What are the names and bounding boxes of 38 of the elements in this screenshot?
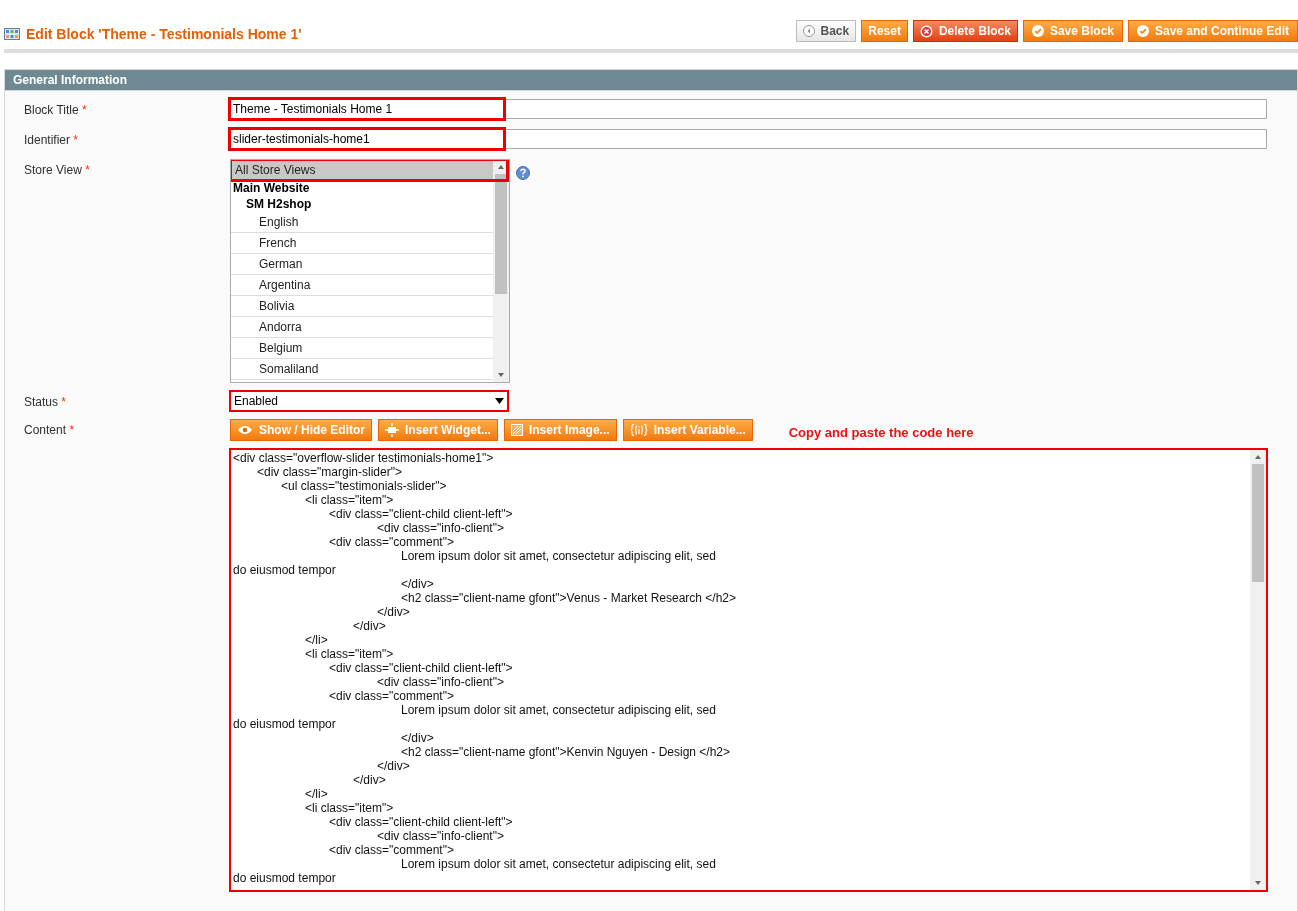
check-icon — [1031, 25, 1044, 37]
check-icon — [1137, 25, 1149, 37]
scroll-thumb[interactable] — [495, 174, 507, 294]
widget-icon — [385, 423, 399, 437]
scroll-thumb[interactable] — [1252, 464, 1264, 582]
field-label: Block Title * — [24, 102, 88, 119]
annotation-text: Copy and paste the code here — [788, 424, 974, 440]
back-button[interactable]: Back — [795, 20, 857, 42]
field-label: Status * — [24, 394, 68, 411]
variable-icon — [629, 424, 648, 436]
text-field[interactable]: Theme - Testimonials Home 1 — [230, 99, 1267, 119]
list-option[interactable]: SM H2shop — [231, 196, 493, 212]
text-field[interactable]: slider-testimonials-home1 — [230, 129, 1267, 149]
delete-icon — [919, 24, 933, 38]
code-textarea[interactable]: <div class="overflow-slider testimonials-home1"> <div class="margin-slider"> <ul class="testimonials-slider"> <li class="item"> <div class="client-child client-left"> <div class="info-client"> <div class="comment"> Lorem ipsum dolor sit amet, consectetur adipiscing elit, sed do eiusmod tempor </div> <h2 class="client-name gfont">Venus - Market Research </h2> </div> </div> </li> <li class="item"> <div class="client-child client-left"> <div class="info-client"> <div class="comment"> Lorem ipsum dolor sit amet, consectetur adipiscing elit, sed do eiusmod tempor </div> <h2 class="client-name gfont">Kenvin Nguyen - Design </h2> </div> </div> </li> <li class="item"> <div class="client-child client-left"> <div class="info-client"> <div class="comment"> Lorem ipsum dolor sit amet, consectetur adipiscing elit, sed do eiusmod tempor — [230, 449, 1267, 891]
grid-icon — [4, 28, 20, 40]
list-option[interactable]: Argentina — [231, 275, 493, 296]
field-label: Content * — [24, 422, 76, 439]
caret-icon — [495, 398, 504, 404]
image-icon — [510, 424, 523, 436]
field-label: Store View * — [24, 162, 91, 179]
eye-icon — [237, 425, 253, 435]
help-icon[interactable] — [516, 166, 530, 180]
list-option[interactable]: Main Website — [231, 181, 493, 196]
scrollbar[interactable] — [1250, 450, 1266, 890]
list-option[interactable]: German — [231, 254, 493, 275]
list-option[interactable]: Somaliland — [231, 359, 493, 380]
list-option[interactable]: Andorra — [231, 317, 493, 338]
list-option[interactable]: English — [231, 212, 493, 233]
list-option[interactable]: French — [231, 233, 493, 254]
status-dropdown[interactable]: Enabled — [230, 391, 508, 411]
store-view-listbox[interactable]: All Store Views Main Website SM H2shop English French German Argentina Bolivia Andorra Belgium Somaliland — [230, 159, 510, 383]
list-option[interactable]: Bolivia — [231, 296, 493, 317]
field-label: Identifier * — [24, 132, 80, 149]
list-option[interactable]: Belgium — [231, 338, 493, 359]
page-title: Edit Block 'Theme - Testimonials Home 1' — [26, 26, 302, 42]
section-header: General Information — [5, 70, 1297, 91]
scrollbar[interactable] — [493, 160, 509, 382]
